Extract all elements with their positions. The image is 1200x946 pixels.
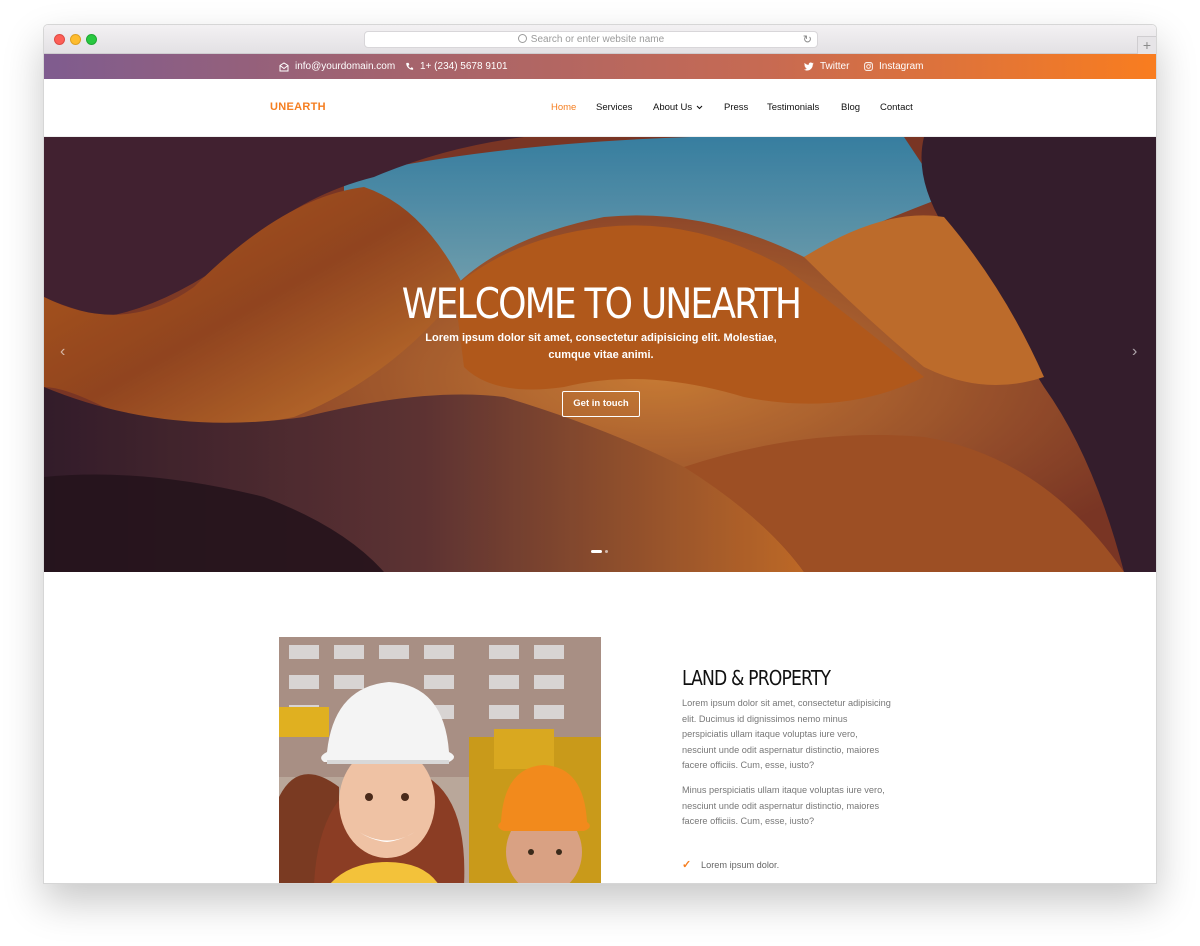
nav-services-label[interactable]: Services bbox=[596, 102, 632, 113]
slider-dot-active[interactable] bbox=[591, 550, 602, 553]
nav-press[interactable]: Press bbox=[724, 102, 748, 113]
instagram-link[interactable]: Instagram bbox=[864, 54, 923, 79]
section-title: LAND & PROPERTY bbox=[682, 666, 831, 690]
nav-about-us[interactable]: About Us bbox=[653, 102, 703, 113]
hero-slider: ‹ › WELCOME TO UNEARTH Lorem ipsum dolor… bbox=[44, 137, 1156, 572]
slider-pagination bbox=[591, 550, 608, 553]
workers-photo bbox=[279, 637, 601, 883]
get-in-touch-button[interactable]: Get in touch bbox=[562, 391, 640, 417]
email-text: info@yourdomain.com bbox=[295, 61, 396, 72]
nav-contact-label[interactable]: Contact bbox=[880, 102, 913, 113]
nav-about-label[interactable]: About Us bbox=[653, 102, 692, 113]
section-paragraph-1: Lorem ipsum dolor sit amet, consectetur … bbox=[682, 698, 891, 771]
address-bar[interactable]: Search or enter website name ↻ bbox=[364, 31, 818, 48]
phone-icon bbox=[406, 62, 414, 70]
browser-window: Search or enter website name ↻ + info@yo… bbox=[43, 24, 1157, 884]
twitter-icon bbox=[804, 62, 814, 71]
address-placeholder: Search or enter website name bbox=[530, 34, 665, 45]
minimize-window-button[interactable] bbox=[70, 34, 81, 45]
nav-testimonials[interactable]: Testimonials bbox=[767, 102, 819, 113]
maximize-window-button[interactable] bbox=[86, 34, 97, 45]
top-contact-bar: info@yourdomain.com 1+ (234) 5678 9101 T… bbox=[44, 54, 1156, 79]
checklist-item: ✓ Lorem ipsum dolor. bbox=[682, 858, 779, 871]
slider-prev-arrow[interactable]: ‹ bbox=[60, 343, 65, 361]
instagram-label: Instagram bbox=[879, 61, 924, 72]
phone-link[interactable]: 1+ (234) 5678 9101 bbox=[405, 54, 508, 79]
browser-titlebar: Search or enter website name ↻ + bbox=[44, 25, 1156, 54]
checklist-item-text: Lorem ipsum dolor. bbox=[701, 859, 780, 870]
nav-blog[interactable]: Blog bbox=[841, 102, 860, 113]
section-paragraph-2: Minus perspiciatis ullam itaque voluptas… bbox=[682, 785, 885, 827]
checkmark-icon: ✓ bbox=[682, 859, 692, 871]
construction-workers-image bbox=[279, 637, 601, 883]
slider-next-arrow[interactable]: › bbox=[1132, 343, 1137, 361]
nav-home[interactable]: Home bbox=[551, 102, 576, 113]
hero-subtitle: Lorem ipsum dolor sit amet, consectetur … bbox=[425, 332, 777, 361]
nav-contact[interactable]: Contact bbox=[880, 102, 913, 113]
new-tab-button[interactable]: + bbox=[1137, 36, 1156, 54]
slider-dot[interactable] bbox=[605, 550, 608, 553]
twitter-label: Twitter bbox=[820, 61, 850, 72]
main-navbar: UNEARTH Home Services About Us Press Tes… bbox=[44, 79, 1156, 137]
twitter-link[interactable]: Twitter bbox=[804, 54, 849, 79]
instagram-icon bbox=[864, 62, 873, 71]
close-window-button[interactable] bbox=[54, 34, 65, 45]
site-logo[interactable]: UNEARTH bbox=[270, 101, 326, 113]
nav-home-label[interactable]: Home bbox=[551, 102, 576, 113]
email-link[interactable]: info@yourdomain.com bbox=[279, 54, 395, 79]
chevron-down-icon bbox=[696, 105, 703, 110]
reload-icon[interactable]: ↻ bbox=[803, 32, 812, 48]
nav-services[interactable]: Services bbox=[596, 102, 632, 113]
nav-blog-label[interactable]: Blog bbox=[841, 102, 860, 113]
envelope-icon bbox=[279, 61, 289, 71]
search-icon bbox=[517, 34, 527, 43]
nav-press-label[interactable]: Press bbox=[724, 102, 748, 113]
phone-text: 1+ (234) 5678 9101 bbox=[420, 61, 508, 72]
nav-testimonials-label[interactable]: Testimonials bbox=[767, 102, 819, 113]
hero-title: WELCOME TO UNEARTH bbox=[401, 279, 802, 328]
